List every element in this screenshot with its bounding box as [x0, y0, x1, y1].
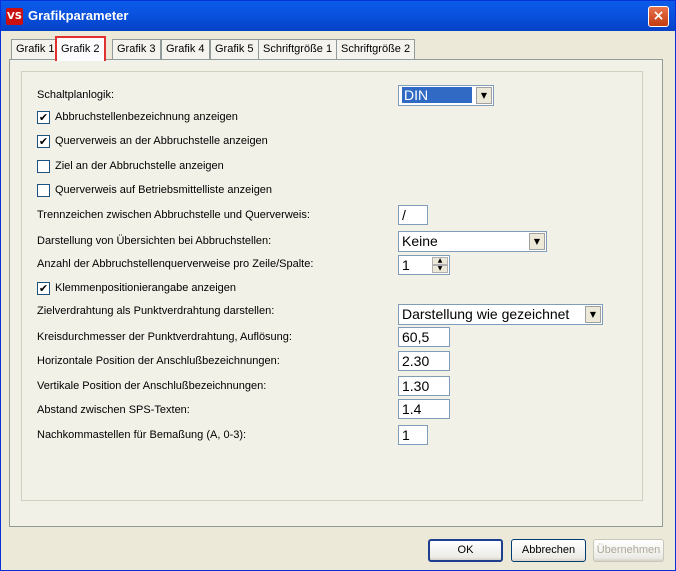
- vertikale-position-input[interactable]: 1.30: [398, 376, 450, 396]
- checkbox-label: Querverweis an der Abbruchstelle anzeige…: [55, 135, 268, 147]
- spin-up-icon[interactable]: ▲: [432, 257, 448, 265]
- chevron-down-icon[interactable]: ▼: [529, 233, 545, 250]
- app-icon: VS: [6, 8, 23, 25]
- tab-grafik-5[interactable]: Grafik 5: [210, 39, 259, 60]
- nachkommastellen-input[interactable]: 1: [398, 425, 428, 445]
- kreisdurchmesser-label: Kreisdurchmesser der Punktverdrahtung, A…: [37, 331, 292, 343]
- checkbox-label: Ziel an der Abbruchstelle anzeigen: [55, 160, 224, 172]
- dialog-window: VS Grafikparameter × Grafik 1 Grafik 2 G…: [0, 0, 676, 571]
- cancel-button[interactable]: Abbrechen: [511, 539, 586, 562]
- spin-down-icon[interactable]: ▼: [432, 265, 448, 273]
- tab-grafik-4[interactable]: Grafik 4: [161, 39, 210, 60]
- sps-abstand-input[interactable]: 1.4: [398, 399, 450, 419]
- zielverdrahtung-value: Darstellung wie gezeichnet: [402, 306, 570, 322]
- anzahl-value: 1: [402, 257, 410, 273]
- checkbox-ziel-abbruchstelle[interactable]: [37, 160, 50, 173]
- checkbox-label: Abbruchstellenbezeichnung anzeigen: [55, 111, 238, 123]
- checkbox-querverweis-betriebsmittelliste[interactable]: [37, 184, 50, 197]
- darstellung-select[interactable]: Keine ▼: [398, 231, 547, 252]
- tab-schriftgroesse-2[interactable]: Schriftgröße 2: [336, 39, 416, 60]
- checkbox-klemmenpositionierangabe[interactable]: ✔: [37, 282, 50, 295]
- horizontale-position-label: Horizontale Position der Anschlußbezeich…: [37, 355, 280, 367]
- nachkommastellen-label: Nachkommastellen für Bemaßung (A, 0-3):: [37, 429, 247, 441]
- checkbox-querverweis-abbruchstelle[interactable]: ✔: [37, 135, 50, 148]
- chevron-down-icon[interactable]: ▼: [476, 87, 492, 104]
- darstellung-value: Keine: [402, 233, 438, 249]
- vertikale-position-label: Vertikale Position der Anschlußbezeichnu…: [37, 380, 267, 392]
- anzahl-label: Anzahl der Abbruchstellenquerverweise pr…: [37, 258, 314, 270]
- zielverdrahtung-select[interactable]: Darstellung wie gezeichnet ▼: [398, 304, 603, 325]
- anzahl-stepper[interactable]: 1 ▲ ▼: [398, 255, 450, 275]
- tab-grafik-2[interactable]: Grafik 2: [55, 36, 106, 61]
- window-title: Grafikparameter: [28, 8, 129, 23]
- tab-grafik-3[interactable]: Grafik 3: [112, 39, 161, 60]
- close-icon: ×: [652, 8, 665, 24]
- close-button[interactable]: ×: [648, 6, 669, 27]
- trennzeichen-input[interactable]: /: [398, 205, 428, 225]
- schaltplanlogik-label: Schaltplanlogik:: [37, 89, 115, 101]
- checkbox-label: Klemmenpositionierangabe anzeigen: [55, 282, 237, 294]
- ok-button[interactable]: OK: [428, 539, 503, 562]
- apply-button[interactable]: Übernehmen: [593, 539, 664, 562]
- sps-abstand-label: Abstand zwischen SPS-Texten:: [37, 404, 190, 416]
- tab-grafik-1[interactable]: Grafik 1: [11, 39, 60, 60]
- checkbox-abbruchstellenbezeichnung[interactable]: ✔: [37, 111, 50, 124]
- schaltplanlogik-select[interactable]: DIN ▼: [398, 85, 494, 106]
- kreisdurchmesser-input[interactable]: 60,5: [398, 327, 450, 347]
- title-bar[interactable]: VS Grafikparameter ×: [1, 1, 675, 31]
- tab-schriftgroesse-1[interactable]: Schriftgröße 1: [258, 39, 338, 60]
- zielverdrahtung-label: Zielverdrahtung als Punktverdrahtung dar…: [37, 305, 275, 317]
- darstellung-label: Darstellung von Übersichten bei Abbruchs…: [37, 235, 272, 247]
- schaltplanlogik-value: DIN: [402, 87, 472, 103]
- checkbox-label: Querverweis auf Betriebsmittelliste anze…: [55, 184, 273, 196]
- chevron-down-icon[interactable]: ▼: [585, 306, 601, 323]
- horizontale-position-input[interactable]: 2.30: [398, 351, 450, 371]
- trennzeichen-label: Trennzeichen zwischen Abbruchstelle und …: [37, 209, 310, 221]
